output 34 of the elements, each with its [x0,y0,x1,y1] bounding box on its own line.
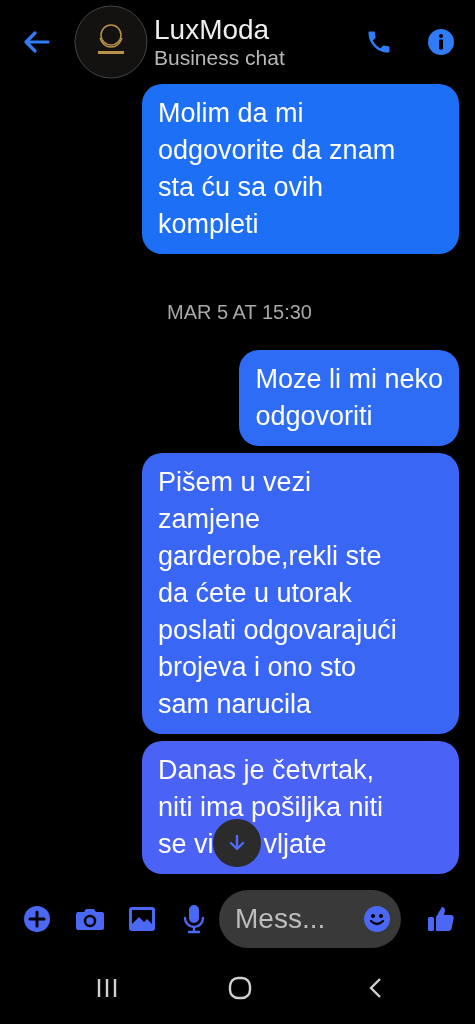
down-arrow-icon [229,834,245,852]
message-text: niti ima pošiljka niti [158,791,384,824]
message-text: zamjene [158,503,261,536]
message-text: vljate [263,828,327,861]
microphone-icon[interactable] [183,904,205,934]
message-text: brojeva i ono sto [158,651,357,684]
contact-name: LuxModa [154,16,271,44]
message-field[interactable]: Mess... [219,890,401,948]
camera-icon[interactable] [75,906,105,932]
message-text: garderobe,rekli ste [158,540,382,573]
message-text: kompleti [158,208,259,241]
message-text: da ćete u utorak [158,577,352,610]
message-text: odgovorite da znam [158,134,396,167]
back-arrow-icon[interactable] [22,30,50,54]
recent-apps-icon[interactable] [96,978,118,998]
message-text: sta ću sa ovih [158,171,324,204]
back-icon[interactable] [368,977,382,999]
image-icon[interactable] [128,906,156,932]
message-text: Pišem u vezi [158,466,312,499]
thumbs-up-icon[interactable] [427,905,455,933]
message-text: Danas je četvrtak, [158,754,375,787]
message-text: se vi [158,828,214,861]
smiley-icon[interactable] [363,905,391,933]
message-text: Molim da mi [158,97,304,130]
message-text: sam narucila [158,688,312,721]
plus-icon[interactable] [23,905,51,933]
message-text: Moze li mi neko [255,363,443,396]
contact-subtitle: Business chat [154,47,285,68]
message-text: odgovoriti [255,400,373,433]
message-text: poslati odgovarajući [158,614,397,647]
avatar-logo[interactable] [74,5,148,79]
info-icon[interactable] [427,28,455,56]
home-icon[interactable] [228,976,252,1000]
timestamp: MAR 5 AT 15:30 [167,300,312,325]
